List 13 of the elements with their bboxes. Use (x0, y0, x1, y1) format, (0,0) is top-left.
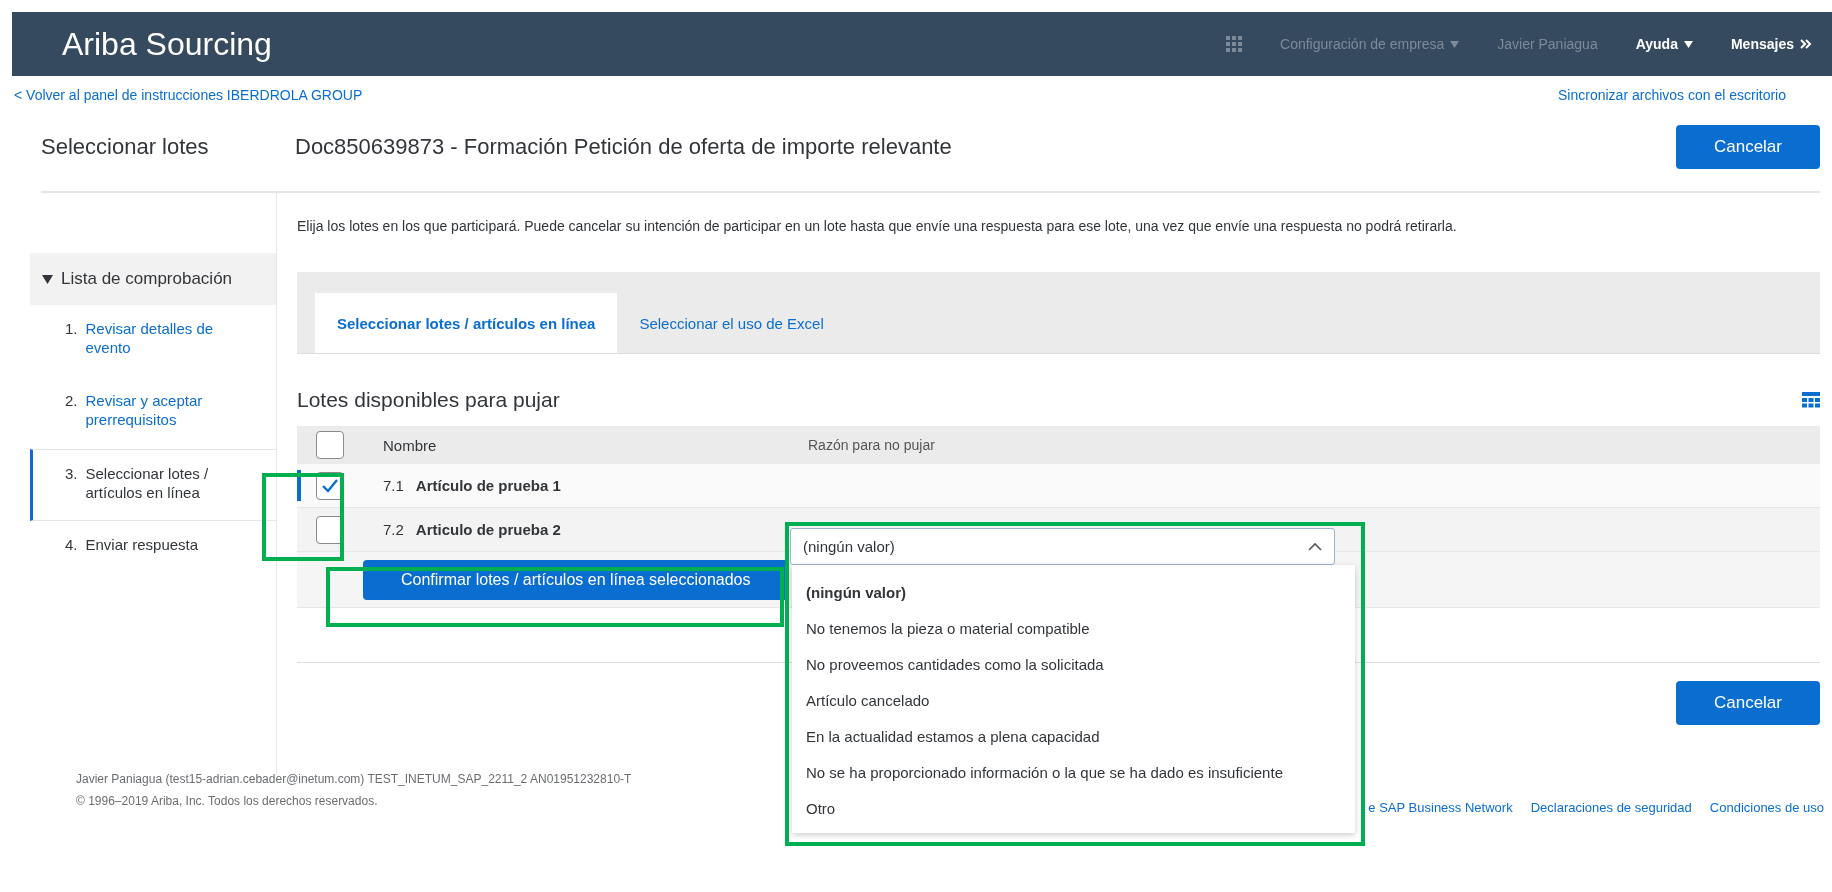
item-name: Articulo de prueba 2 (415, 521, 561, 538)
item-name: Artículo de prueba 1 (415, 477, 561, 494)
column-header: Nombre (383, 436, 437, 454)
instructions-text: Elija los lotes en los que participará. Puede cancelar su intención de participar en un lote hasta que envíe una respuesta para ese lote, una vez que envíe una respuesta no podrá retirarla. (297, 218, 1458, 234)
page-title: Seleccionar lotes (41, 134, 210, 160)
user-info: Javier Paniagua (test15-adrian.cebader@inetum.com) TEST_INETUM_SAP_2211_2 AN01951232810-T (76, 772, 632, 786)
document-title: Doc850639873 - Formación Petición de oferta de importe relevante (295, 134, 953, 160)
copyright: © 1996–2019 Ariba, Inc. Todos los derechos reservados. (76, 794, 379, 808)
row-number: 7.1 (383, 477, 404, 494)
app-logo: Ariba Sourcing (62, 25, 273, 63)
row-number: 7.2 (383, 521, 404, 538)
section-title: Lotes disponibles para pujar (297, 388, 560, 412)
column-header: Razón para no pujar (808, 437, 935, 453)
